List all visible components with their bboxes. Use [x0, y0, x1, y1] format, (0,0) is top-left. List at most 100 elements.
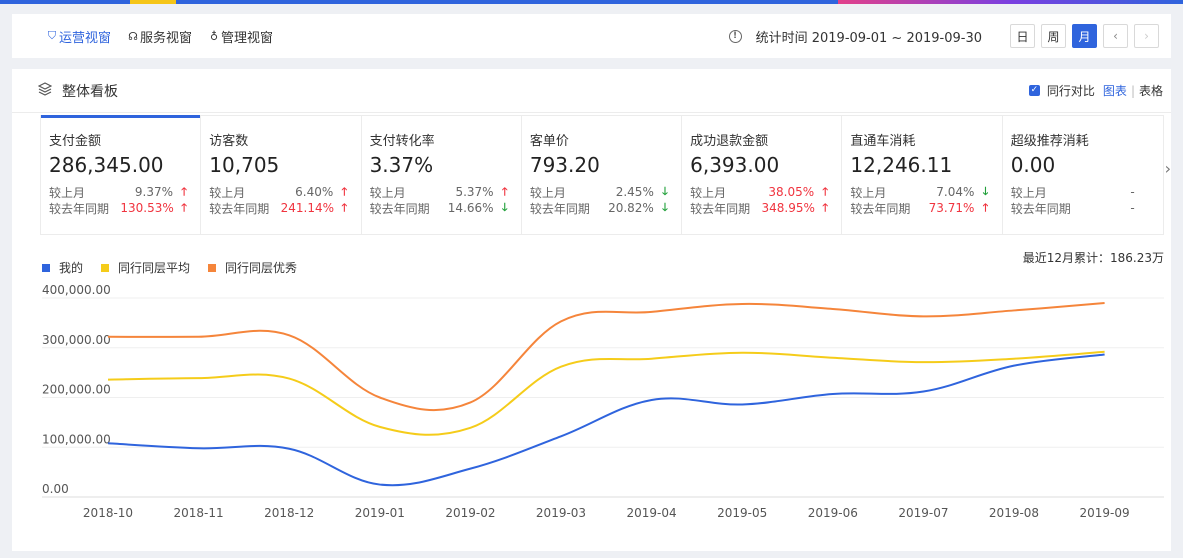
period-day-button[interactable]: 日	[1010, 24, 1035, 48]
metric-card[interactable]: 支付金额 286,345.00 较上月 9.37% 🡑 较去年同期 130.53% 🡑	[41, 115, 202, 234]
x-tick-label: 2018-11	[174, 506, 224, 520]
metric-compare-rows: 较上月 7.04% 🡓 较去年同期 73.71% 🡑	[850, 184, 988, 216]
compare-value: 6.40%	[295, 185, 334, 199]
metric-cards: 支付金额 286,345.00 较上月 9.37% 🡑 较去年同期 130.53% 🡑 访客数 1…	[40, 115, 1164, 235]
cumulative-total: 最近12月累计：186.23万	[1022, 251, 1164, 265]
x-tick-label: 2019-08	[989, 506, 1039, 520]
compare-label: 较去年同期	[529, 201, 590, 216]
view-divider: |	[1130, 83, 1135, 98]
tab-management[interactable]: ♁ 管理视窗	[208, 14, 273, 58]
chevron-left-icon: ‹	[1113, 29, 1118, 43]
compare-label: 较上月	[209, 185, 246, 200]
x-tick-label: 2019-04	[627, 506, 677, 520]
compare-label: 较去年同期	[209, 201, 270, 216]
stat-time-range: 统计时间 2019-09-01 ~ 2019-09-30	[755, 30, 982, 46]
x-tick-label: 2019-06	[808, 506, 858, 520]
compare-label: 较上月	[529, 185, 566, 200]
metric-card[interactable]: 客单价 793.20 较上月 2.45% 🡓 较去年同期 20.82% 🡓	[522, 116, 683, 234]
metric-compare-row: 较上月 38.05% 🡑	[690, 184, 828, 200]
compare-value: -	[1130, 185, 1135, 199]
next-period-button[interactable]: ›	[1134, 24, 1159, 48]
compare-label: 较去年同期	[1010, 201, 1071, 216]
compare-label: 较去年同期	[369, 201, 430, 216]
top-accent-strip	[0, 0, 1183, 4]
x-tick-label: 2018-12	[264, 506, 314, 520]
x-tick-label: 2019-09	[1080, 506, 1130, 520]
metric-card[interactable]: 直通车消耗 12,246.11 较上月 7.04% 🡓 较去年同期 73.71% 🡑	[842, 116, 1003, 234]
metric-compare-row: 较上月 6.40% 🡑	[209, 184, 347, 200]
period-controls: ! 统计时间 2019-09-01 ~ 2019-09-30 日 周 月 ‹ ›	[728, 23, 1159, 49]
compare-value: 20.82%	[608, 201, 654, 215]
arrow-up-icon: 🡑	[982, 200, 989, 214]
metric-card[interactable]: 支付转化率 3.37% 较上月 5.37% 🡑 较去年同期 14.66% 🡓	[362, 116, 522, 234]
arrow-up-icon: 🡑	[822, 200, 829, 214]
metric-card[interactable]: 访客数 10,705 较上月 6.40% 🡑 较去年同期 241.14% 🡑	[201, 116, 362, 234]
metric-compare-row: 较上月 7.04% 🡓	[850, 184, 988, 200]
chevron-right-icon[interactable]: ›	[1165, 159, 1171, 178]
metric-value: 286,345.00	[49, 153, 164, 177]
metric-compare-rows: 较上月 38.05% 🡑 较去年同期 348.95% 🡑	[690, 184, 828, 216]
panel-header: 整体看板 ✓ 同行对比 图表 | 表格	[12, 69, 1171, 113]
compare-label[interactable]: 同行对比	[1047, 82, 1095, 99]
prev-period-button[interactable]: ‹	[1103, 24, 1128, 48]
y-tick-label: 200,000.00	[42, 383, 111, 397]
x-tick-label: 2019-03	[536, 506, 586, 520]
compare-value: 73.71%	[928, 201, 975, 215]
chevron-right-icon: ›	[1144, 29, 1149, 43]
compare-value: 241.14%	[280, 201, 335, 215]
x-tick-label: 2019-05	[717, 506, 767, 520]
layers-icon	[38, 82, 52, 96]
headset-icon: ☊	[128, 29, 138, 43]
metric-compare-row: 较上月 9.37% 🡑	[49, 184, 187, 200]
tab-management-label: 管理视窗	[221, 30, 274, 46]
compare-value: 5.37%	[455, 185, 494, 199]
top-nav-bar: ⛉ 运营视窗 ☊ 服务视窗 ♁ 管理视窗 ! 统计时间 2019-09-01 ~…	[12, 14, 1171, 58]
compare-value: 14.66%	[447, 201, 494, 215]
x-tick-label: 2019-01	[355, 506, 405, 520]
metric-card[interactable]: 超级推荐消耗 0.00 较上月 - 较去年同期 -	[1003, 116, 1163, 234]
compare-label: 较上月	[690, 185, 727, 200]
y-tick-label: 0.00	[42, 482, 69, 496]
metric-value: 0.00	[1010, 153, 1056, 177]
view-table-link[interactable]: 表格	[1139, 82, 1163, 99]
metric-compare-row: 较上月 2.45% 🡓	[530, 184, 668, 200]
metric-compare-row: 较去年同期 241.14% 🡑	[209, 200, 347, 216]
period-month-button[interactable]: 月	[1072, 24, 1097, 48]
x-tick-label: 2018-10	[83, 506, 133, 520]
metric-compare-rows: 较上月 2.45% 🡓 较去年同期 20.82% 🡓	[530, 184, 668, 216]
info-icon[interactable]: !	[728, 29, 742, 43]
period-week-button[interactable]: 周	[1041, 24, 1066, 48]
arrow-down-icon: 🡓	[501, 200, 508, 214]
tab-operation-label: 运营视窗	[59, 30, 112, 46]
metric-compare-row: 较去年同期 20.82% 🡓	[530, 200, 668, 216]
x-tick-label: 2019-02	[445, 506, 495, 520]
compare-label: 较上月	[850, 185, 887, 200]
metric-compare-rows: 较上月 9.37% 🡑 较去年同期 130.53% 🡑	[49, 184, 187, 216]
person-icon: ♁	[210, 29, 219, 43]
metric-title: 访客数	[209, 134, 249, 149]
metric-compare-rows: 较上月 6.40% 🡑 较去年同期 241.14% 🡑	[209, 184, 347, 216]
panel-title: 整体看板	[62, 84, 118, 100]
view-chart-link[interactable]: 图表	[1103, 82, 1127, 99]
compare-label: 较上月	[1010, 185, 1047, 200]
compare-checkbox[interactable]: ✓	[1028, 85, 1040, 96]
shield-icon: ⛉	[47, 29, 57, 42]
metric-compare-rows: 较上月 5.37% 🡑 较去年同期 14.66% 🡓	[370, 184, 508, 216]
metric-compare-rows: 较上月 - 较去年同期 -	[1011, 184, 1149, 216]
metric-title: 支付金额	[49, 134, 102, 149]
metric-value: 6,393.00	[690, 153, 780, 177]
panel-header-actions: ✓ 同行对比 图表 | 表格	[1028, 82, 1163, 99]
compare-value: 38.05%	[768, 185, 815, 199]
metric-value: 10,705	[209, 153, 280, 177]
metric-card[interactable]: 成功退款金额 6,393.00 较上月 38.05% 🡑 较去年同期 348.95% 🡑	[682, 116, 843, 234]
metric-value: 12,246.11	[850, 153, 953, 177]
y-tick-label: 100,000.00	[42, 432, 111, 446]
metric-title: 超级推荐消耗	[1010, 134, 1089, 149]
compare-value: 348.95%	[761, 201, 815, 215]
metric-compare-row: 较上月 5.37% 🡑	[370, 184, 508, 200]
tab-operation[interactable]: ⛉ 运营视窗	[46, 14, 111, 58]
tab-service[interactable]: ☊ 服务视窗	[127, 14, 192, 58]
compare-value: 130.53%	[120, 201, 174, 215]
metric-title: 支付转化率	[369, 134, 435, 149]
view-tabs: ⛉ 运营视窗 ☊ 服务视窗 ♁ 管理视窗	[46, 14, 289, 58]
